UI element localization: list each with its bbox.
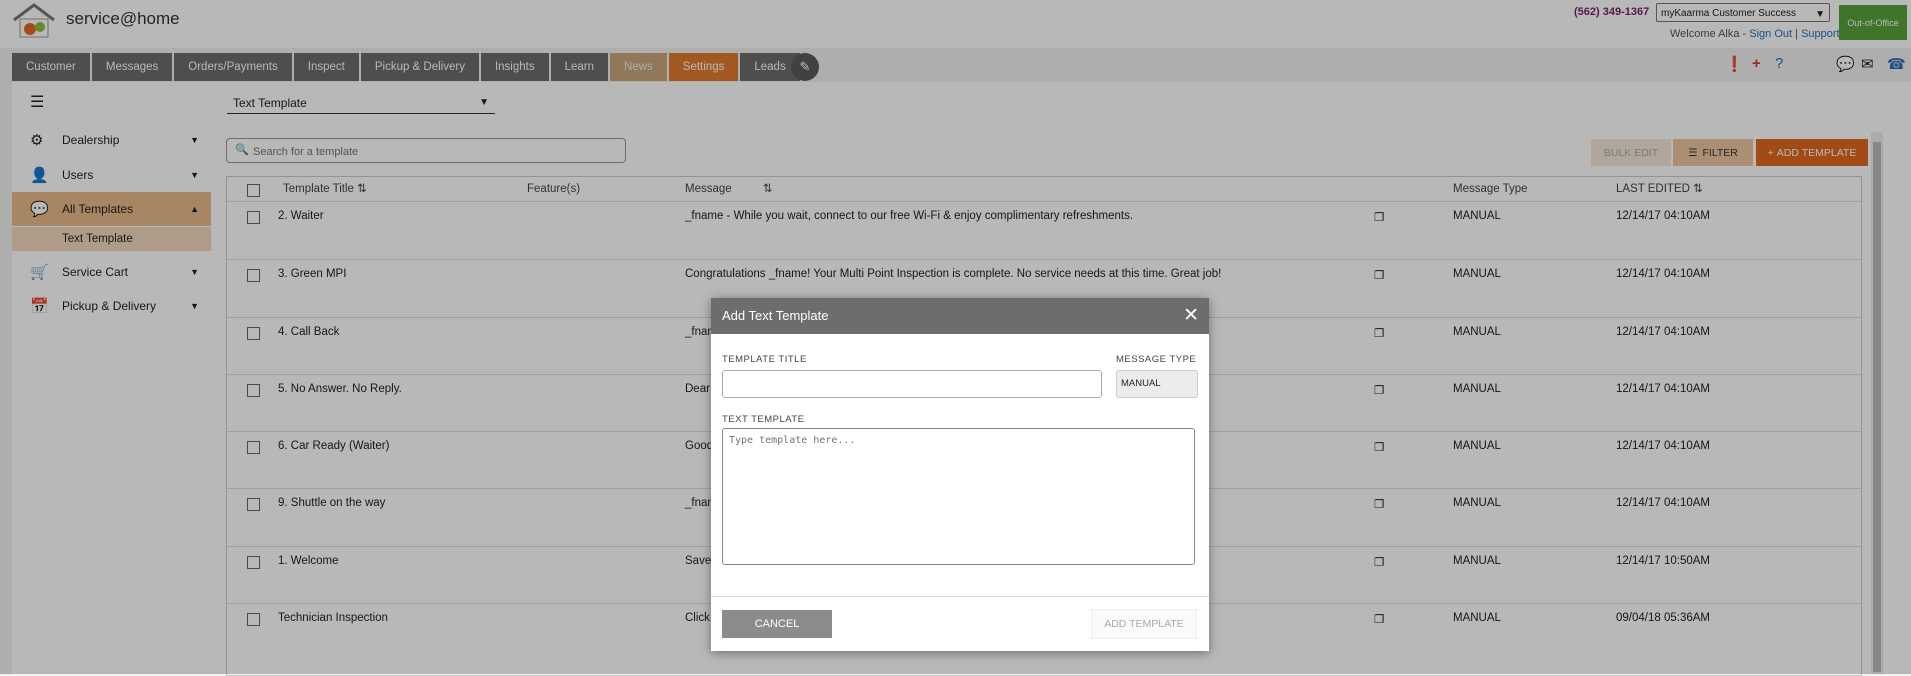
- template-title-input[interactable]: [722, 370, 1102, 398]
- add-text-template-dialog: Add Text Template ✕ TEMPLATE TITLE MESSA…: [711, 298, 1209, 651]
- dialog-header: Add Text Template ✕: [711, 298, 1209, 334]
- text-template-label: TEXT TEMPLATE: [722, 414, 805, 425]
- text-template-textarea[interactable]: [722, 428, 1195, 565]
- message-type-field: MANUAL: [1116, 370, 1198, 398]
- template-title-label: TEMPLATE TITLE: [722, 354, 807, 365]
- close-icon[interactable]: ✕: [1183, 304, 1199, 327]
- message-type-label: MESSAGE TYPE: [1116, 354, 1197, 365]
- dialog-divider: [711, 596, 1209, 597]
- add-template-submit-button[interactable]: ADD TEMPLATE: [1091, 609, 1197, 639]
- dialog-title: Add Text Template: [722, 308, 829, 323]
- cancel-button[interactable]: CANCEL: [722, 610, 832, 638]
